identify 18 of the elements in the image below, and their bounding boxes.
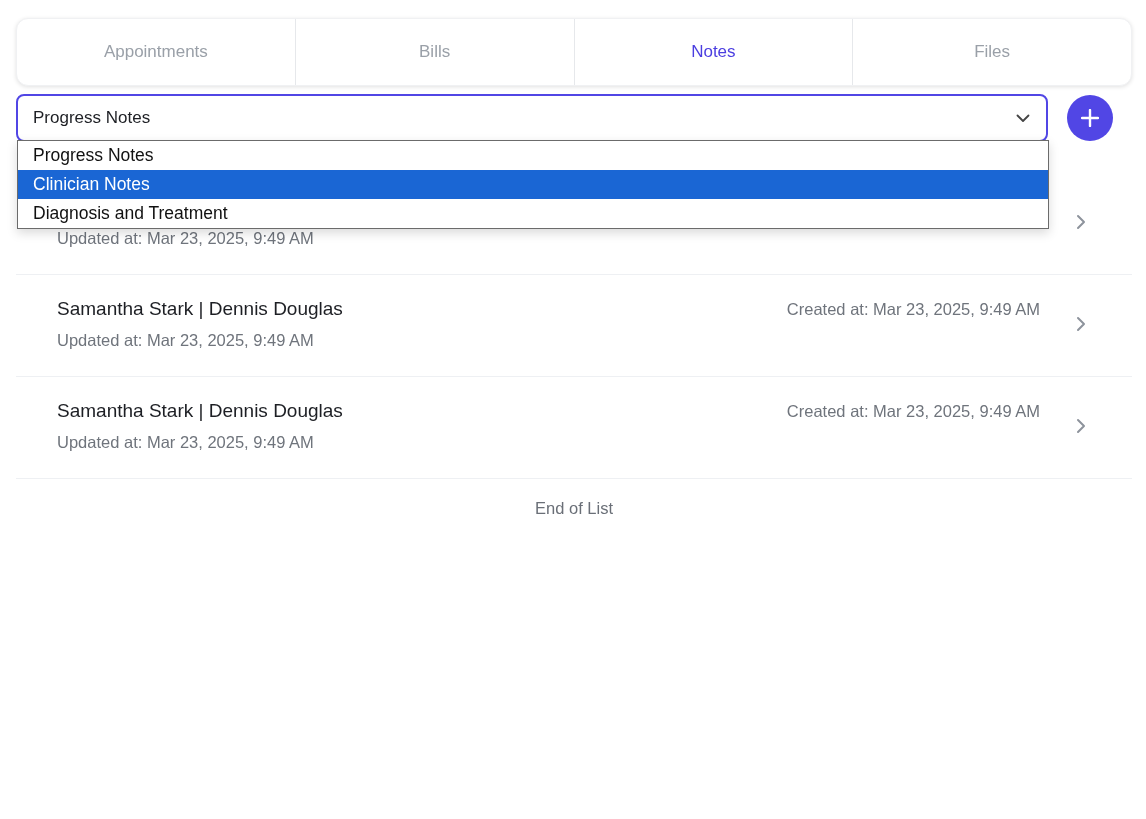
chevron-right-icon[interactable] [1076,316,1086,332]
note-title: Samantha Stark | Dennis Douglas [57,298,343,320]
updated-date: Updated at: Mar 23, 2025, 9:49 AM [57,330,314,350]
note-title: Samantha Stark | Dennis Douglas [57,400,343,422]
dropdown-option[interactable]: Clinician Notes [18,170,1048,199]
updated-date: Updated at: Mar 23, 2025, 9:49 AM [57,432,314,452]
tab[interactable]: Notes [573,19,853,85]
add-button[interactable] [1067,95,1113,141]
plus-icon [1081,109,1099,127]
updated-date: Updated at: Mar 23, 2025, 9:49 AM [57,228,314,248]
end-of-list-text: End of List [535,499,613,518]
dropdown-option[interactable]: Diagnosis and Treatment [18,199,1048,228]
chevron-right-icon[interactable] [1076,214,1086,230]
chevron-down-icon [1016,113,1030,123]
dropdown-option[interactable]: Progress Notes [18,141,1048,170]
created-date: Created at: Mar 23, 2025, 9:49 AM [786,401,1040,421]
created-date: Created at: Mar 23, 2025, 9:49 AM [786,299,1040,319]
chevron-right-icon[interactable] [1076,418,1086,434]
